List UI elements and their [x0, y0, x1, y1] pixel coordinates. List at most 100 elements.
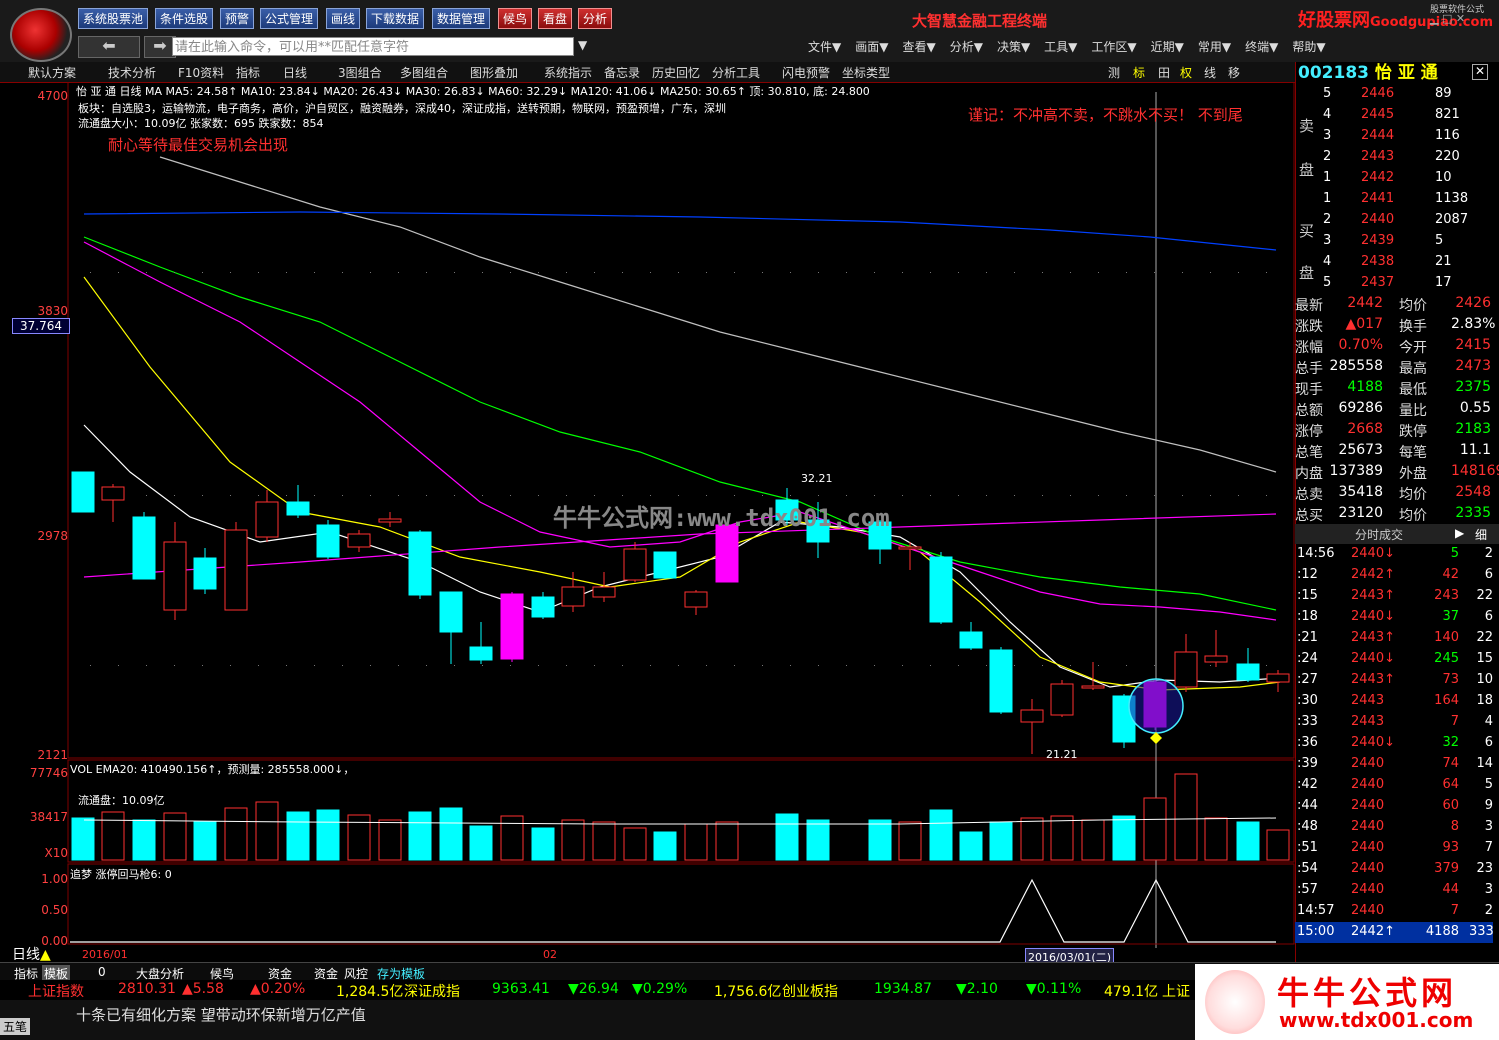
stock-pool-button[interactable]: 系统股票池	[78, 8, 149, 29]
rights-button[interactable]: 权	[1180, 64, 1192, 81]
measure-button[interactable]: 测	[1108, 64, 1120, 81]
grid-dot	[538, 665, 539, 666]
menu-view-frame[interactable]: 画面▼	[855, 40, 888, 54]
multi-chart-tab[interactable]: 多图组合	[400, 64, 448, 81]
buy-level-2[interactable]: 2 2440 2087	[1295, 210, 1493, 231]
tick-row[interactable]: :42 2440 64 5	[1295, 775, 1493, 796]
sell-level-2[interactable]: 2 2443 220	[1295, 147, 1493, 168]
buy-level-4[interactable]: 4 2438 21	[1295, 252, 1493, 273]
close-panel-icon[interactable]: ✕	[1472, 64, 1488, 80]
sell-level-1[interactable]: 1 2442 10	[1295, 168, 1493, 189]
volume-bar	[439, 807, 463, 861]
candle-body	[653, 551, 677, 579]
download-data-button[interactable]: 下载数据	[366, 8, 425, 29]
tick-cell: 164	[1434, 693, 1459, 708]
menu-common[interactable]: 常用▼	[1198, 40, 1231, 54]
axis-type-dropdown[interactable]: 坐标类型	[842, 64, 890, 81]
indicator-tab[interactable]: 指标	[236, 64, 260, 81]
grid-dot	[1070, 272, 1071, 273]
sell-level-3[interactable]: 3 2444 116	[1295, 126, 1493, 147]
command-dropdown-icon[interactable]: ▼	[578, 38, 587, 52]
menu-tools[interactable]: 工具▼	[1044, 40, 1077, 54]
system-indicator-tab[interactable]: 系统指示	[544, 64, 592, 81]
index1-name[interactable]: 上证指数	[28, 981, 84, 1001]
tick-row[interactable]: :51 2440 93 7	[1295, 838, 1493, 859]
index4-name[interactable]: 上证	[1162, 981, 1190, 1001]
daily-line-dropdown[interactable]: 日线	[283, 64, 307, 81]
grid-dot	[342, 272, 343, 273]
scheme-dropdown[interactable]: 默认方案	[28, 64, 76, 81]
menu-view[interactable]: 查看▼	[902, 40, 935, 54]
grid-dot	[370, 272, 371, 273]
grid-dot	[846, 665, 847, 666]
migrant-bird-button[interactable]: 候鸟	[498, 8, 533, 29]
tick-row[interactable]: 14:57 2440 7 2	[1295, 901, 1493, 922]
index3-name[interactable]: 创业板指	[782, 981, 838, 1001]
grid-dot	[482, 495, 483, 496]
input-mode-indicator[interactable]: 五笔	[0, 1018, 31, 1035]
tick-row[interactable]: :12 2442↑ 42 6	[1295, 565, 1493, 586]
tick-row[interactable]: :27 2443↑ 73 10	[1295, 670, 1493, 691]
tick-arrow-icon[interactable]: ▶	[1455, 526, 1464, 540]
history-tab[interactable]: 历史回忆	[652, 64, 700, 81]
analysis-tools-tab[interactable]: 分析工具	[712, 64, 760, 81]
three-chart-tab[interactable]: 3图组合	[338, 64, 382, 81]
tab-zero[interactable]: 0	[98, 965, 106, 979]
menu-terminal[interactable]: 终端▼	[1245, 40, 1278, 54]
condition-select-button[interactable]: 条件选股	[155, 8, 214, 29]
menu-workspace[interactable]: 工作区▼	[1091, 40, 1136, 54]
tick-row[interactable]: :54 2440 379 23	[1295, 859, 1493, 880]
tick-row[interactable]: 15:00 2442↑ 4188 333	[1295, 922, 1494, 943]
tick-cell: 60	[1442, 798, 1459, 813]
move-button[interactable]: 移	[1228, 64, 1240, 81]
sell-level-5[interactable]: 5 2446 89	[1295, 84, 1493, 105]
tick-detail-button[interactable]: 细	[1475, 526, 1487, 543]
tech-analysis-tab[interactable]: 技术分析	[108, 64, 156, 81]
kline-chart[interactable]: 32.21 21.21 牛牛公式网:www.tdx001.com	[0, 82, 1295, 962]
memo-tab[interactable]: 备忘录	[604, 64, 640, 81]
menu-help[interactable]: 帮助▼	[1292, 40, 1325, 54]
menu-recent[interactable]: 近期▼	[1151, 40, 1184, 54]
tick-row[interactable]: :30 2443 164 18	[1295, 691, 1493, 712]
tick-row[interactable]: :36 2440↓ 32 6	[1295, 733, 1493, 754]
grid-dot	[678, 665, 679, 666]
line-mode-label[interactable]: 日线▲	[12, 944, 51, 964]
buy-level-1[interactable]: 1 2441 1138	[1295, 189, 1493, 210]
f10-tab[interactable]: F10资料	[178, 64, 224, 81]
tick-row[interactable]: :21 2443↑ 140 22	[1295, 628, 1493, 649]
stat-cell: 涨幅	[1295, 340, 1323, 356]
back-arrow-icon[interactable]: ⬅	[78, 36, 140, 58]
tick-row[interactable]: :48 2440 8 3	[1295, 817, 1493, 838]
tick-row[interactable]: :33 2443 7 4	[1295, 712, 1493, 733]
tick-row[interactable]: :44 2440 60 9	[1295, 796, 1493, 817]
draw-line-button[interactable]: 画线	[326, 8, 361, 29]
grid-button[interactable]: 田	[1158, 64, 1170, 81]
menu-analysis[interactable]: 分析▼	[950, 40, 983, 54]
news-headline[interactable]: 十条已有细化方案 望带动环保新增万亿产值	[76, 1004, 366, 1025]
index2-name[interactable]: 深证成指	[404, 981, 460, 1001]
formula-manage-button[interactable]: 公式管理	[260, 8, 319, 29]
overlay-tab[interactable]: 图形叠加	[470, 64, 518, 81]
sell-level-4[interactable]: 4 2445 821	[1295, 105, 1493, 126]
buy-level-3[interactable]: 3 2439 5	[1295, 231, 1493, 252]
buy-level-5[interactable]: 5 2437 17	[1295, 273, 1493, 294]
alert-button[interactable]: 预警	[220, 8, 255, 29]
menu-decision[interactable]: 决策▼	[997, 40, 1030, 54]
data-manage-button[interactable]: 数据管理	[432, 8, 491, 29]
line-button[interactable]: 线	[1204, 64, 1216, 81]
tick-row[interactable]: :57 2440 44 3	[1295, 880, 1493, 901]
mark-button[interactable]: 标	[1133, 64, 1145, 81]
tick-row[interactable]: :15 2443↑ 243 22	[1295, 586, 1493, 607]
tick-row[interactable]: 14:56 2440↓ 5 2	[1295, 544, 1493, 565]
flash-alert-tab[interactable]: 闪电预警	[782, 64, 830, 81]
stat-cell: 每笔	[1399, 445, 1427, 461]
tick-row[interactable]: :39 2440 74 14	[1295, 754, 1493, 775]
tick-row[interactable]: :18 2440↓ 37 6	[1295, 607, 1493, 628]
watch-market-button[interactable]: 看盘	[538, 8, 573, 29]
menu-file[interactable]: 文件▼	[808, 40, 841, 54]
command-input[interactable]: 请在此输入命令，可以用**匹配任意字符	[172, 37, 574, 56]
app-logo-icon[interactable]	[10, 8, 72, 62]
window-controls[interactable]: ▁ □ ✕	[1430, 12, 1465, 25]
analysis-button[interactable]: 分析	[578, 8, 613, 29]
tick-row[interactable]: :24 2440↓ 245 15	[1295, 649, 1493, 670]
